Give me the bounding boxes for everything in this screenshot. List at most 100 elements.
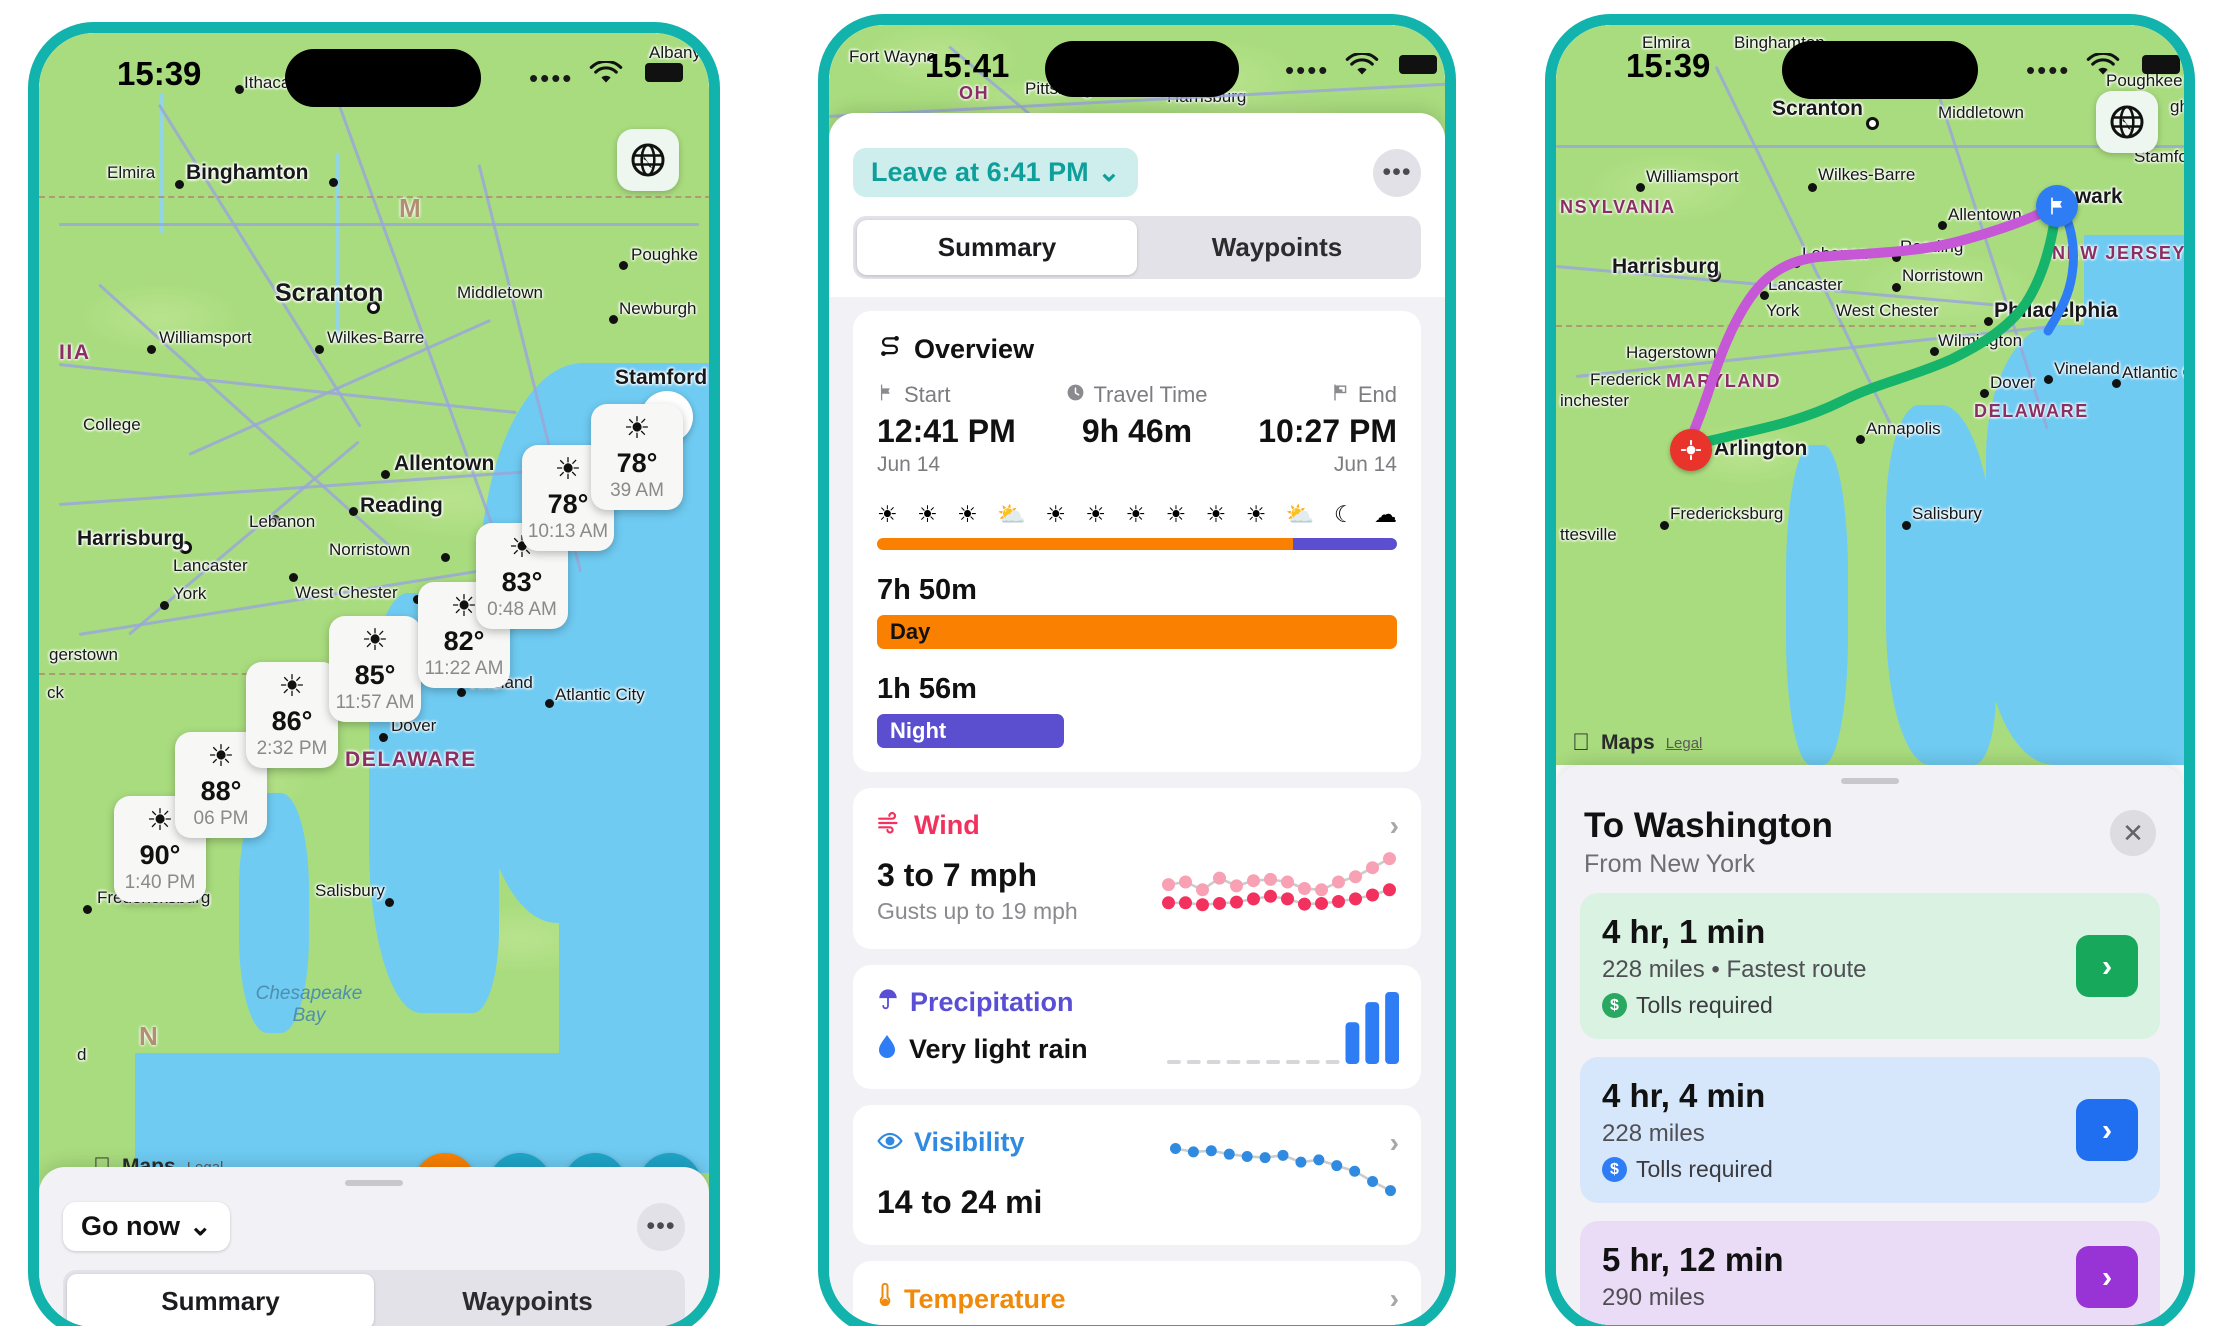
weather-bubble[interactable]: ☀ 85° 11:57 AM — [329, 616, 421, 722]
city-label: Harrisburg — [77, 527, 185, 550]
bottom-sheet-3[interactable]: To Washington From New York ✕ 4 hr, 1 mi… — [1556, 765, 2184, 1325]
bubble-temp: 90° — [139, 840, 181, 870]
wind-card[interactable]: › Wind 3 to 7 mph Gusts up to 19 mph — [853, 788, 1421, 949]
phone-2-route-summary: Fort Wayne OH Pittsburgh PA Harrisburg 1… — [818, 14, 1456, 1326]
route-distance: 228 miles — [1602, 1120, 1705, 1147]
sun-icon: ☀ — [361, 624, 389, 657]
start-route-button[interactable]: › — [2076, 1245, 2138, 1308]
wind-sparkline — [1159, 840, 1399, 929]
night-bar-label: Night — [890, 718, 947, 743]
bubble-time: 1:40 PM — [124, 872, 196, 893]
map-canvas-1[interactable]: Ithaca Albany Elmira Binghamton Poughke … — [39, 33, 709, 1326]
city-label: Atlantic City — [555, 685, 645, 704]
visibility-card[interactable]: › Visibility 14 to 24 mi — [853, 1105, 1421, 1245]
chevron-down-icon: ⌄ — [1097, 157, 1121, 187]
umbrella-icon — [877, 987, 899, 1018]
thermometer-icon — [877, 1282, 893, 1316]
chevron-down-icon: ⌄ — [188, 1211, 212, 1241]
highway-badge: N — [139, 1021, 158, 1051]
hour-icon: ☀ — [1085, 501, 1107, 527]
tab-summary[interactable]: Summary — [857, 220, 1137, 275]
bottom-sheet-2[interactable]: Leave at 6:41 PM ⌄ ••• Summary Waypoints — [829, 113, 1445, 1325]
tab-waypoints[interactable]: Waypoints — [374, 1274, 681, 1326]
city-label: Reading — [360, 494, 443, 517]
route-polylines — [1685, 200, 2078, 450]
city-label: Middletown — [457, 283, 543, 302]
bubble-temp: 85° — [354, 660, 396, 690]
more-options-button[interactable]: ••• — [637, 1202, 685, 1251]
city-label: Norristown — [329, 540, 411, 559]
screenshot-root: Ithaca Albany Elmira Binghamton Poughke … — [0, 0, 2225, 1326]
route-distance: 290 miles — [1602, 1284, 1705, 1311]
start-caption: Start — [904, 382, 951, 407]
overview-card: Overview Start 12:41 PM Jun 14 Travel Ti… — [853, 311, 1421, 772]
destination-pin-icon[interactable] — [1670, 429, 1712, 471]
hour-icon: ☀ — [1245, 501, 1267, 527]
overview-end: End 10:27 PM Jun 14 — [1224, 382, 1397, 477]
globe-icon[interactable] — [617, 129, 679, 191]
chevron-right-icon: › — [1389, 810, 1399, 841]
start-route-button[interactable]: › — [2076, 935, 2138, 997]
weather-bubble[interactable]: ☀ 86° 2:32 PM — [246, 662, 338, 768]
route-option-3[interactable]: 5 hr, 12 min 290 miles › — [1580, 1221, 2160, 1325]
start-route-button[interactable]: › — [2076, 1099, 2138, 1161]
state-label: DELAWARE — [345, 748, 477, 771]
summary-cards: Overview Start 12:41 PM Jun 14 Travel Ti… — [829, 297, 1445, 1325]
temperature-title: Temperature — [904, 1284, 1066, 1314]
legal-link[interactable]: Legal — [1666, 735, 1703, 752]
precipitation-value: Very light rain — [909, 1034, 1088, 1064]
route-duration: 4 hr, 4 min — [1602, 1077, 1766, 1114]
leave-at-label: Leave at 6:41 PM — [871, 157, 1089, 187]
state-label: PA — [1171, 49, 1198, 69]
route-distance: 228 miles • Fastest route — [1602, 956, 1867, 983]
precipitation-sparkline — [1167, 988, 1399, 1069]
state-label: IIA — [59, 341, 91, 364]
city-label: Williamsport — [159, 328, 252, 347]
weather-bubble[interactable]: ☀ 78° 39 AM — [591, 404, 683, 510]
day-bar: Day — [877, 615, 1397, 649]
segmented-control-1[interactable]: Summary Waypoints — [63, 1270, 685, 1326]
tab-waypoints[interactable]: Waypoints — [1137, 220, 1417, 275]
bubble-time: 11:22 AM — [424, 658, 504, 679]
clock-icon — [1066, 382, 1085, 408]
temperature-card[interactable]: › Temperature — [853, 1261, 1421, 1325]
city-label: College — [83, 415, 141, 434]
city-label: Stamford — [615, 366, 708, 389]
hour-icon: ☀ — [1125, 501, 1147, 527]
city-label: ck — [47, 683, 64, 702]
apple-logo-icon:  — [1572, 729, 1590, 757]
segmented-control-2[interactable]: Summary Waypoints — [853, 216, 1421, 279]
precipitation-card[interactable]: › Precipitation Very light rain — [853, 965, 1421, 1089]
hour-icon: ☀ — [1045, 501, 1066, 527]
city-label: West Chester — [295, 583, 398, 602]
visibility-title: Visibility — [914, 1127, 1025, 1157]
water-drop-icon — [877, 1034, 897, 1065]
close-icon[interactable]: ✕ — [2110, 810, 2156, 856]
tab-summary[interactable]: Summary — [67, 1274, 374, 1326]
bubble-time: 10:13 AM — [527, 521, 609, 542]
bubble-temp: 83° — [501, 567, 543, 597]
map-canvas-3[interactable]: Elmira Binghamton Scranton Middletown Po… — [1556, 25, 2184, 765]
city-label: gerstown — [49, 645, 118, 664]
route-option-1[interactable]: 4 hr, 1 min 228 miles • Fastest route $ … — [1580, 893, 2160, 1039]
more-dots-icon: ••• — [646, 1212, 676, 1240]
bubble-temp: 78° — [616, 448, 658, 478]
city-label: Wilkes-Barre — [327, 328, 425, 347]
end-caption: End — [1357, 382, 1397, 407]
start-pin-icon[interactable] — [2036, 185, 2078, 227]
leave-at-button[interactable]: Leave at 6:41 PM ⌄ — [853, 148, 1139, 197]
city-dot — [235, 85, 244, 94]
globe-icon[interactable] — [2096, 91, 2158, 153]
bubble-time: 2:32 PM — [256, 738, 328, 759]
hour-icon: ☀ — [1205, 501, 1227, 527]
more-options-button[interactable]: ••• — [1373, 148, 1421, 197]
bottom-sheet-1[interactable]: Go now ⌄ ••• Summary Waypoints — [39, 1167, 709, 1326]
day-bar-label: Day — [890, 619, 931, 644]
visibility-sparkline — [1167, 1132, 1399, 1211]
go-now-button[interactable]: Go now ⌄ — [63, 1202, 230, 1251]
overview-title-row: Overview — [877, 333, 1397, 366]
route-option-2[interactable]: 4 hr, 4 min 228 miles $ Tolls required › — [1580, 1057, 2160, 1203]
city-label: Ithaca — [244, 73, 291, 92]
route-duration: 4 hr, 1 min — [1602, 913, 1766, 950]
day-duration: 7h 50m — [877, 574, 977, 606]
